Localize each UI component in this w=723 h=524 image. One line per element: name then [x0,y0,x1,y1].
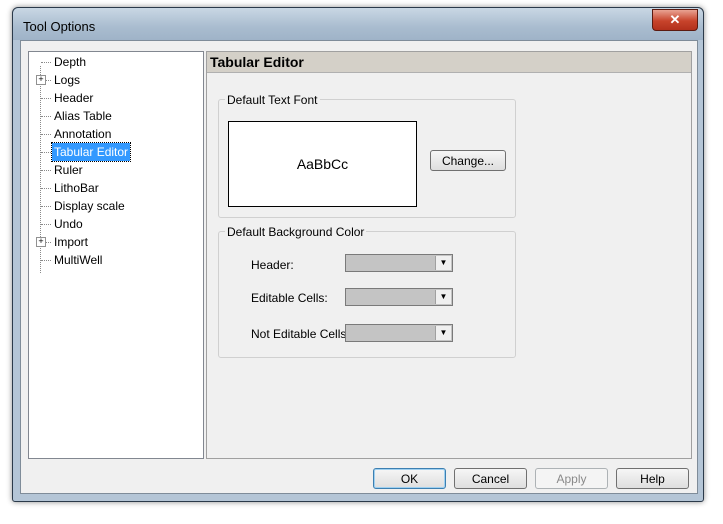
tree-item-label: Logs [54,73,81,87]
expand-icon[interactable]: + [36,75,46,85]
tree-item-logs[interactable]: + Logs [29,71,199,89]
chevron-down-icon: ▼ [435,290,451,304]
tree-item-label: MultiWell [54,253,103,267]
not-editable-cells-color-label: Not Editable Cells: [251,327,350,341]
group-title: Default Text Font [225,93,320,107]
ok-button[interactable]: OK [373,468,446,489]
tree-item-label: Import [54,235,89,249]
tree-connector [41,224,51,225]
tree-item-import[interactable]: + Import [29,233,199,251]
panel-title: Tabular Editor [207,52,691,73]
change-font-button[interactable]: Change... [430,150,506,171]
tree-item-lithobar[interactable]: LithoBar [29,179,199,197]
help-button[interactable]: Help [616,468,689,489]
title-bar[interactable]: Tool Options ✕ [13,8,703,40]
close-icon: ✕ [669,12,681,27]
default-background-color-group: Default Background Color Header: ▼ Edita… [218,225,516,358]
tree-item-label: Annotation [54,127,112,141]
panel-body: Default Text Font AaBbCc Change... Defau… [207,73,691,458]
tree-item-header[interactable]: Header [29,89,199,107]
header-color-dropdown[interactable]: ▼ [345,254,453,272]
tree-connector [41,116,51,117]
font-preview: AaBbCc [228,121,417,207]
window-title: Tool Options [23,19,96,34]
tree-item-ruler[interactable]: Ruler [29,161,199,179]
dialog-client-area: Depth + Logs Header Alias Table Annotati… [20,40,698,494]
tree-item-label: Alias Table [54,109,112,123]
tool-options-window: Tool Options ✕ Depth + Logs Header Alias… [12,7,704,502]
tree-connector [41,170,51,171]
default-text-font-group: Default Text Font AaBbCc Change... [218,93,516,218]
header-color-label: Header: [251,258,294,272]
tree-item-undo[interactable]: Undo [29,215,199,233]
tree-connector [41,188,51,189]
tree-item-label: Header [54,91,94,105]
tree-item-annotation[interactable]: Annotation [29,125,199,143]
expand-icon[interactable]: + [36,237,46,247]
tree-item-alias-table[interactable]: Alias Table [29,107,199,125]
tree-item-label: Display scale [54,199,125,213]
tree-connector [41,134,51,135]
tree-item-label: Depth [54,55,87,69]
tree-item-label: LithoBar [54,181,99,195]
settings-panel: Tabular Editor Default Text Font AaBbCc … [206,51,692,459]
not-editable-cells-color-dropdown[interactable]: ▼ [345,324,453,342]
tree-connector [41,62,51,63]
tree-connector [41,206,51,207]
chevron-down-icon: ▼ [435,256,451,270]
apply-button[interactable]: Apply [535,468,608,489]
tree-item-depth[interactable]: Depth [29,53,199,71]
tree-item-multiwell[interactable]: MultiWell [29,251,199,269]
tree-item-label: Undo [54,217,83,231]
tree-item-display-scale[interactable]: Display scale [29,197,199,215]
tree-item-label: Tabular Editor [50,142,132,162]
group-title: Default Background Color [225,225,367,239]
tree-connector [41,98,51,99]
tree-item-tabular-editor[interactable]: Tabular Editor [29,142,199,162]
chevron-down-icon: ▼ [435,326,451,340]
tree-item-label: Ruler [54,163,83,177]
tree-connector [41,152,51,153]
options-tree: Depth + Logs Header Alias Table Annotati… [28,51,204,459]
close-button[interactable]: ✕ [652,9,698,31]
editable-cells-color-label: Editable Cells: [251,291,328,305]
tree-connector [41,260,51,261]
editable-cells-color-dropdown[interactable]: ▼ [345,288,453,306]
cancel-button[interactable]: Cancel [454,468,527,489]
